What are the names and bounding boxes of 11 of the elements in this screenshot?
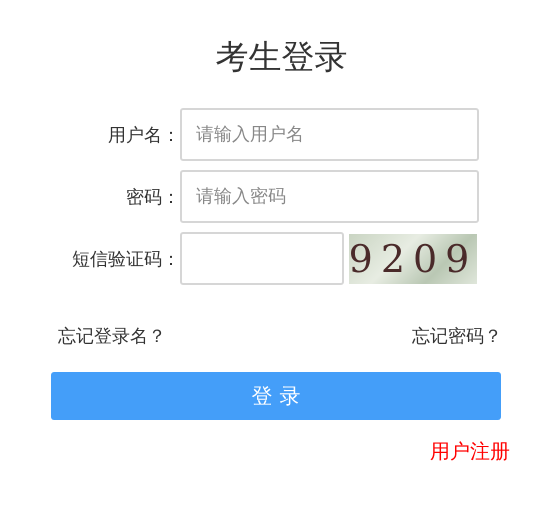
input-field[interactable]: [180, 232, 344, 285]
field-label: 短信验证码：: [71, 248, 180, 270]
forgot-link[interactable]: 忘记密码？: [412, 324, 502, 348]
input-field[interactable]: 请输入密码: [180, 170, 479, 223]
register-link[interactable]: 用户注册: [430, 438, 510, 465]
forgot-link[interactable]: 忘记登录名？: [58, 324, 166, 348]
page-title: 考生登录: [216, 36, 348, 78]
field-label: 用户名：: [107, 124, 180, 146]
input-field[interactable]: 请输入用户名: [180, 108, 479, 161]
captcha-code[interactable]: 9209: [349, 234, 477, 284]
field-label: 密码：: [125, 186, 180, 208]
